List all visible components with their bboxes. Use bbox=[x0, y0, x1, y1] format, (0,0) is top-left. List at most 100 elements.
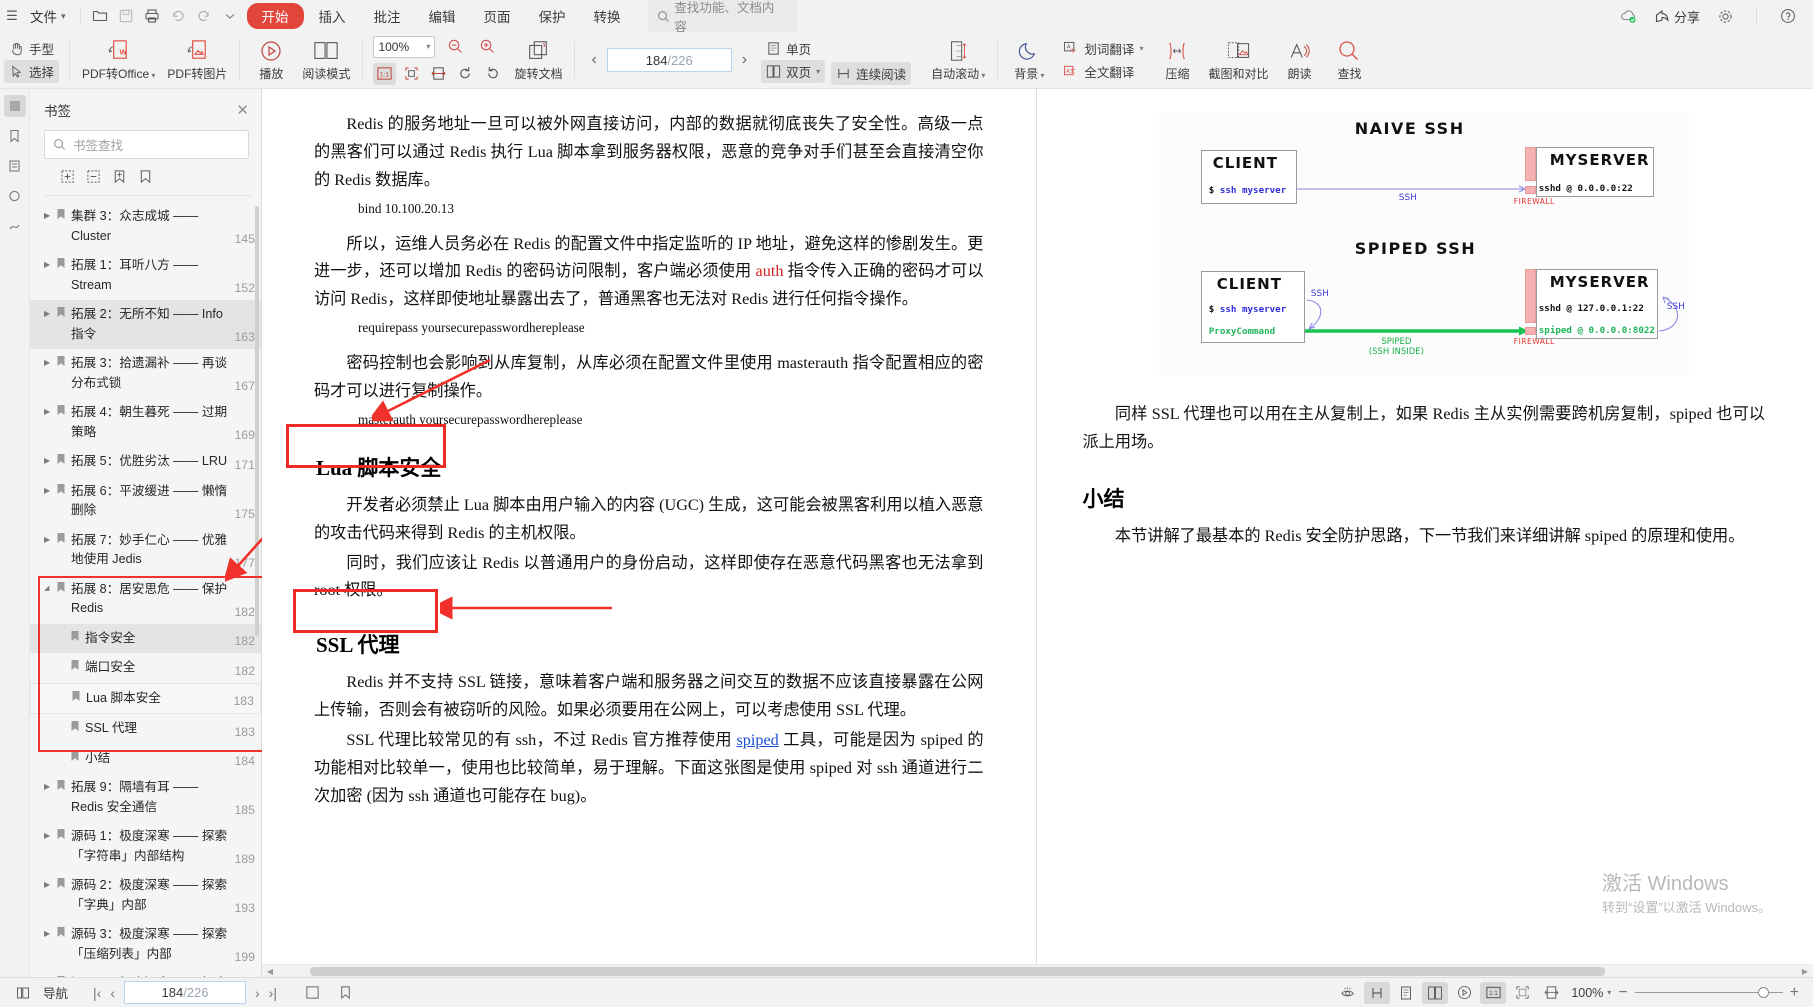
bookmark-row[interactable]: ▶ 拓展 7：妙手仁心 —— 优雅地使用 Jedis 177 bbox=[30, 526, 261, 575]
fit-width-button[interactable] bbox=[427, 63, 450, 85]
expand-arrow-icon[interactable]: ▶ bbox=[44, 305, 56, 318]
actual-size-button[interactable]: 1:1 bbox=[373, 63, 396, 85]
bookmarks-list[interactable]: ▶ 集群 3：众志成城 —— Cluster 145 ▶ 拓展 1：耳听八方 —… bbox=[30, 196, 261, 977]
app-menu-icon[interactable]: ☰ bbox=[2, 8, 22, 24]
outline-panel-icon[interactable] bbox=[4, 155, 26, 177]
rotate-right-button[interactable] bbox=[481, 63, 504, 85]
bookmark-row[interactable]: ▶ 源码 4：极度深寒 —— 探索「快速列表」内部 bbox=[30, 969, 261, 977]
pdf-to-image-button[interactable]: PDF转图片 bbox=[161, 34, 233, 86]
open-folder-icon[interactable] bbox=[87, 4, 113, 28]
page-fit-toggle-icon[interactable] bbox=[300, 982, 326, 1004]
next-page-button[interactable]: › bbox=[738, 51, 751, 69]
bookmark-row[interactable]: ▶ 拓展 1：耳听八方 —— Stream 152 bbox=[30, 251, 261, 300]
expand-arrow-icon[interactable]: ▶ bbox=[44, 256, 56, 269]
zoom-control[interactable]: 100% ▾ bbox=[1571, 986, 1611, 1000]
screenshot-compare-button[interactable]: 截图和对比 bbox=[1202, 34, 1274, 86]
thumbnail-panel-icon[interactable] bbox=[4, 95, 26, 117]
bookmark-row[interactable]: ▶ 源码 3：极度深寒 —— 探索「压缩列表」内部 199 bbox=[30, 920, 261, 969]
hand-tool-button[interactable]: 手型 bbox=[4, 37, 59, 60]
background-button[interactable]: 背景 ▾ bbox=[1004, 34, 1054, 86]
single-page-view-icon[interactable] bbox=[1393, 982, 1419, 1004]
close-icon[interactable]: ✕ bbox=[236, 103, 249, 118]
read-mode-button[interactable]: 阅读模式 bbox=[296, 34, 356, 86]
bookmark-row[interactable]: ▶ 拓展 9：隔墙有耳 —— Redis 安全通信 185 bbox=[30, 773, 261, 822]
expand-arrow-icon[interactable]: ▶ bbox=[44, 876, 56, 889]
navigation-panel-icon[interactable] bbox=[10, 982, 36, 1004]
expand-arrow-icon[interactable]: ▶ bbox=[44, 207, 56, 220]
last-page-button[interactable]: ›| bbox=[269, 985, 277, 1001]
zoom-out-button[interactable] bbox=[444, 36, 467, 58]
tab-start[interactable]: 开始 bbox=[247, 3, 304, 29]
scroll-left-icon[interactable]: ◀ bbox=[264, 967, 276, 976]
bookmark-row[interactable]: Lua 脚本安全 183 bbox=[30, 683, 261, 715]
bookmark-row[interactable]: ▶ 集群 3：众志成城 —— Cluster 145 bbox=[30, 202, 261, 251]
tab-annotate[interactable]: 批注 bbox=[361, 2, 414, 30]
bookmark-row[interactable]: ▶ 拓展 3：拾遗漏补 —— 再谈分布式锁 167 bbox=[30, 349, 261, 398]
previous-page-button[interactable]: ‹ bbox=[587, 51, 600, 69]
expand-arrow-icon[interactable]: ▶ bbox=[44, 531, 56, 544]
zoom-level-select[interactable]: 100% ▾ bbox=[373, 36, 435, 58]
bookmark-row[interactable]: 指令安全 182 bbox=[30, 624, 261, 654]
fit-page-icon[interactable] bbox=[1509, 982, 1535, 1004]
zoom-in-button[interactable]: + bbox=[1786, 984, 1803, 1002]
next-page-button[interactable]: › bbox=[255, 985, 260, 1001]
expand-arrow-icon[interactable]: ▶ bbox=[44, 482, 56, 495]
tab-edit[interactable]: 编辑 bbox=[416, 2, 469, 30]
first-page-button[interactable]: |‹ bbox=[93, 985, 101, 1001]
collapse-arrow-icon[interactable]: ◢ bbox=[44, 580, 56, 592]
double-page-view-icon[interactable] bbox=[1422, 982, 1448, 1004]
document-page-right[interactable]: NAIVE SSH CLIENT $ ssh myserver bbox=[1037, 89, 1813, 964]
continuous-scroll-icon[interactable] bbox=[1364, 982, 1390, 1004]
bookmark-row[interactable]: 端口安全 182 bbox=[30, 653, 261, 683]
select-tool-button[interactable]: 选择 bbox=[4, 60, 59, 83]
redo-icon[interactable] bbox=[191, 4, 217, 28]
word-translate-button[interactable]: A中 划词翻译 ▾ bbox=[1058, 37, 1148, 60]
previous-page-button[interactable]: ‹ bbox=[110, 985, 115, 1001]
zoom-out-button[interactable]: − bbox=[1614, 984, 1631, 1002]
expand-arrow-icon[interactable]: ▶ bbox=[44, 827, 56, 840]
scrollbar-track[interactable] bbox=[276, 967, 1799, 976]
actual-size-icon[interactable]: 1:1 bbox=[1480, 982, 1506, 1004]
double-page-button[interactable]: 双页 ▾ bbox=[761, 60, 825, 83]
fit-width-icon[interactable] bbox=[1538, 982, 1564, 1004]
help-icon[interactable] bbox=[1775, 4, 1801, 28]
page-number-input[interactable]: 184/226 bbox=[607, 48, 732, 72]
document-page-left[interactable]: Redis 的服务地址一旦可以被外网直接访问，内部的数据就彻底丧失了安全性。高级… bbox=[262, 89, 1037, 964]
tab-page[interactable]: 页面 bbox=[471, 2, 524, 30]
collapse-all-icon[interactable] bbox=[86, 169, 101, 187]
expand-all-icon[interactable] bbox=[60, 169, 75, 187]
play-presentation-icon[interactable] bbox=[1451, 982, 1477, 1004]
horizontal-scrollbar[interactable]: ◀ ▶ bbox=[262, 964, 1813, 977]
bookmark-row[interactable]: ▶ 拓展 2：无所不知 —— Info 指令 163 bbox=[30, 300, 261, 349]
file-menu-button[interactable]: 文件 ▾ bbox=[22, 3, 74, 29]
zoom-slider[interactable] bbox=[1635, 986, 1783, 1000]
bookmark-row[interactable]: ▶ 拓展 4：朝生暮死 —— 过期策略 169 bbox=[30, 398, 261, 447]
rotate-document-button[interactable]: 旋转文档 bbox=[508, 34, 568, 86]
zoom-slider-knob[interactable] bbox=[1758, 987, 1769, 998]
share-button[interactable]: 分享 bbox=[1654, 7, 1700, 26]
expand-arrow-icon[interactable]: ▶ bbox=[44, 354, 56, 367]
quick-access-more-icon[interactable] bbox=[217, 4, 243, 28]
bookmark-row[interactable]: ▶ 源码 2：极度深寒 —— 探索「字典」内部 193 bbox=[30, 871, 261, 920]
play-button[interactable]: 播放 bbox=[246, 34, 296, 86]
settings-gear-icon[interactable] bbox=[1712, 4, 1738, 28]
save-icon[interactable] bbox=[113, 4, 139, 28]
scrollbar-thumb[interactable] bbox=[310, 967, 1605, 976]
bookmark-row[interactable]: ▶ 拓展 6：平波缓进 —— 懒惰删除 175 bbox=[30, 477, 261, 526]
tab-convert[interactable]: 转换 bbox=[581, 2, 634, 30]
annotation-panel-icon[interactable] bbox=[4, 185, 26, 207]
delete-bookmark-icon[interactable] bbox=[138, 169, 153, 187]
scroll-right-icon[interactable]: ▶ bbox=[1799, 967, 1811, 976]
bookmark-row[interactable]: 小结 184 bbox=[30, 744, 261, 774]
expand-arrow-icon[interactable]: ▶ bbox=[44, 778, 56, 791]
auto-scroll-button[interactable]: 自动滚动 ▾ bbox=[925, 34, 991, 86]
undo-icon[interactable] bbox=[165, 4, 191, 28]
expand-arrow-icon[interactable]: ▶ bbox=[44, 452, 56, 465]
rotate-left-button[interactable] bbox=[454, 63, 477, 85]
pdf-to-office-button[interactable]: W PDF转Office ▾ bbox=[76, 34, 161, 86]
compress-button[interactable]: 压缩 bbox=[1152, 34, 1202, 86]
bookmark-row[interactable]: ▶ 源码 1：极度深寒 —— 探索「字符串」内部结构 189 bbox=[30, 822, 261, 871]
continuous-read-button[interactable]: 连续阅读 bbox=[831, 62, 911, 85]
fit-page-button[interactable] bbox=[400, 63, 423, 85]
single-page-button[interactable]: 单页 bbox=[761, 37, 825, 60]
